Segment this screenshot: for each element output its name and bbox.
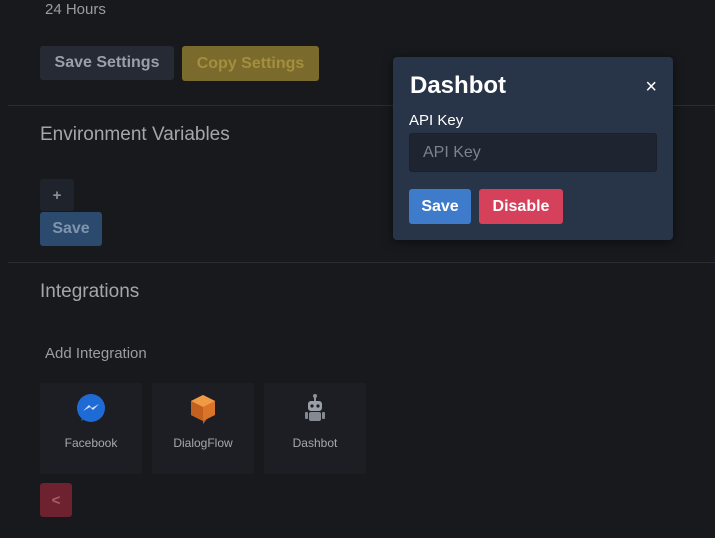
integration-tile-dashbot[interactable]: Dashbot bbox=[264, 383, 366, 474]
integration-tile-facebook[interactable]: Facebook bbox=[40, 383, 142, 474]
dashbot-modal: Dashbot × API Key Save Disable bbox=[393, 57, 673, 240]
modal-disable-button[interactable]: Disable bbox=[479, 189, 563, 224]
retention-value: 24 Hours bbox=[45, 1, 106, 18]
integrations-title: Integrations bbox=[40, 281, 140, 302]
add-env-variable-button[interactable]: + bbox=[40, 179, 74, 211]
back-button[interactable]: < bbox=[40, 483, 72, 517]
modal-title: Dashbot bbox=[410, 72, 506, 99]
copy-settings-button[interactable]: Copy Settings bbox=[182, 46, 319, 81]
robot-icon bbox=[305, 394, 325, 421]
messenger-icon bbox=[77, 394, 105, 422]
modal-save-button[interactable]: Save bbox=[409, 189, 471, 224]
close-icon[interactable]: × bbox=[645, 77, 657, 97]
integration-tile-dialogflow[interactable]: DialogFlow bbox=[152, 383, 254, 474]
integration-tile-label: Dashbot bbox=[292, 436, 338, 450]
section-divider bbox=[8, 262, 715, 263]
integration-tile-label: Facebook bbox=[64, 436, 118, 450]
save-env-variables-button[interactable]: Save bbox=[40, 212, 102, 246]
api-key-input[interactable] bbox=[409, 133, 657, 172]
save-settings-button[interactable]: Save Settings bbox=[40, 46, 174, 80]
dialogflow-icon bbox=[191, 395, 215, 424]
add-integration-label: Add Integration bbox=[45, 345, 147, 362]
api-key-label: API Key bbox=[409, 112, 464, 129]
environment-variables-title: Environment Variables bbox=[40, 124, 230, 145]
integration-tile-label: DialogFlow bbox=[173, 436, 233, 450]
